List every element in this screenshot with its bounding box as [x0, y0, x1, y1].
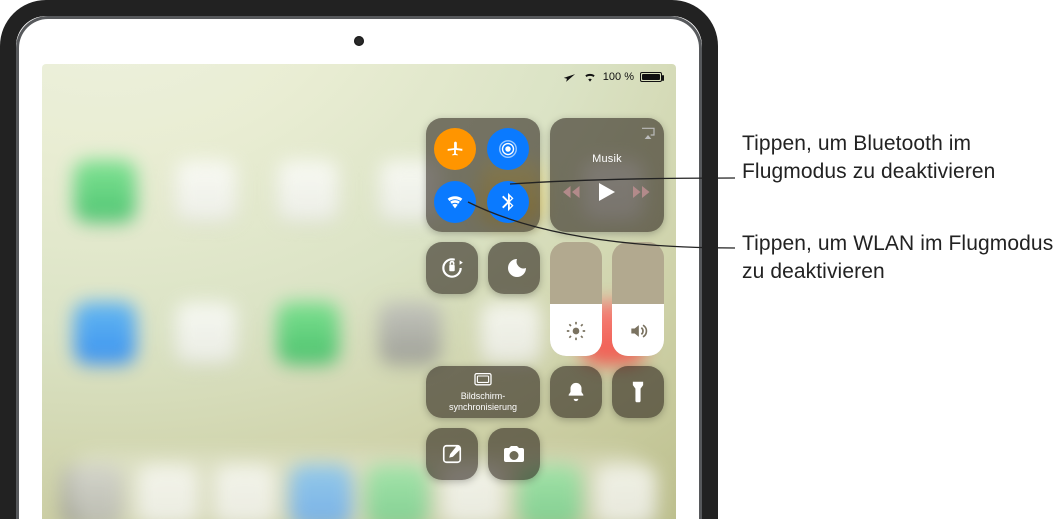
camera-button[interactable]	[488, 428, 540, 480]
rotation-lock-toggle[interactable]	[426, 242, 478, 294]
airplane-status-icon	[563, 70, 577, 84]
front-camera	[354, 36, 364, 46]
airdrop-toggle[interactable]	[487, 128, 529, 170]
spacer	[488, 304, 540, 356]
rewind-button[interactable]	[563, 185, 581, 202]
airplay-icon[interactable]	[640, 126, 656, 143]
wifi-status-icon	[583, 71, 597, 83]
bluetooth-toggle[interactable]	[487, 181, 529, 223]
forward-button[interactable]	[633, 185, 651, 202]
brightness-icon	[566, 321, 586, 346]
volume-icon	[628, 321, 648, 346]
do-not-disturb-icon	[502, 256, 526, 280]
callout-bluetooth: Tippen, um Bluetooth im Flugmodus zu dea…	[742, 130, 1056, 187]
flashlight-button[interactable]	[612, 366, 664, 418]
forward-icon	[633, 185, 651, 199]
rotation-lock-icon	[439, 255, 465, 281]
rewind-icon	[563, 185, 581, 199]
connectivity-group[interactable]	[426, 118, 540, 232]
screen-mirroring-button[interactable]: Bildschirm- synchronisierung	[426, 366, 540, 418]
do-not-disturb-toggle[interactable]	[488, 242, 540, 294]
flashlight-icon	[628, 380, 648, 404]
airdrop-icon	[497, 138, 519, 160]
camera-icon	[502, 444, 526, 464]
media-title: Musik	[592, 153, 622, 165]
airplane-mode-toggle[interactable]	[434, 128, 476, 170]
volume-slider[interactable]	[612, 242, 664, 356]
wifi-toggle[interactable]	[434, 181, 476, 223]
play-icon	[599, 183, 615, 201]
compose-icon	[441, 443, 463, 465]
notes-compose-button[interactable]	[426, 428, 478, 480]
battery-text: 100 %	[603, 71, 634, 83]
mirror-label-2: synchronisierung	[449, 402, 517, 413]
wifi-icon	[444, 191, 466, 213]
ipad-frame: 100 %	[0, 0, 718, 519]
media-controls	[563, 183, 651, 204]
play-button[interactable]	[599, 183, 615, 204]
screen: 100 %	[42, 64, 676, 519]
airplane-icon	[444, 138, 466, 160]
mirror-label-1: Bildschirm-	[461, 391, 506, 402]
control-center: Musik	[416, 118, 664, 480]
callout-wlan: Tippen, um WLAN im Flugmodus zu deaktivi…	[742, 230, 1056, 287]
screen-mirroring-icon	[473, 372, 493, 388]
bluetooth-icon	[497, 191, 519, 213]
bell-icon	[565, 381, 587, 403]
silent-mode-toggle[interactable]	[550, 366, 602, 418]
spacer	[426, 304, 478, 356]
media-card[interactable]: Musik	[550, 118, 664, 232]
status-bar: 100 %	[563, 70, 662, 84]
battery-icon	[640, 72, 662, 82]
brightness-slider[interactable]	[550, 242, 602, 356]
